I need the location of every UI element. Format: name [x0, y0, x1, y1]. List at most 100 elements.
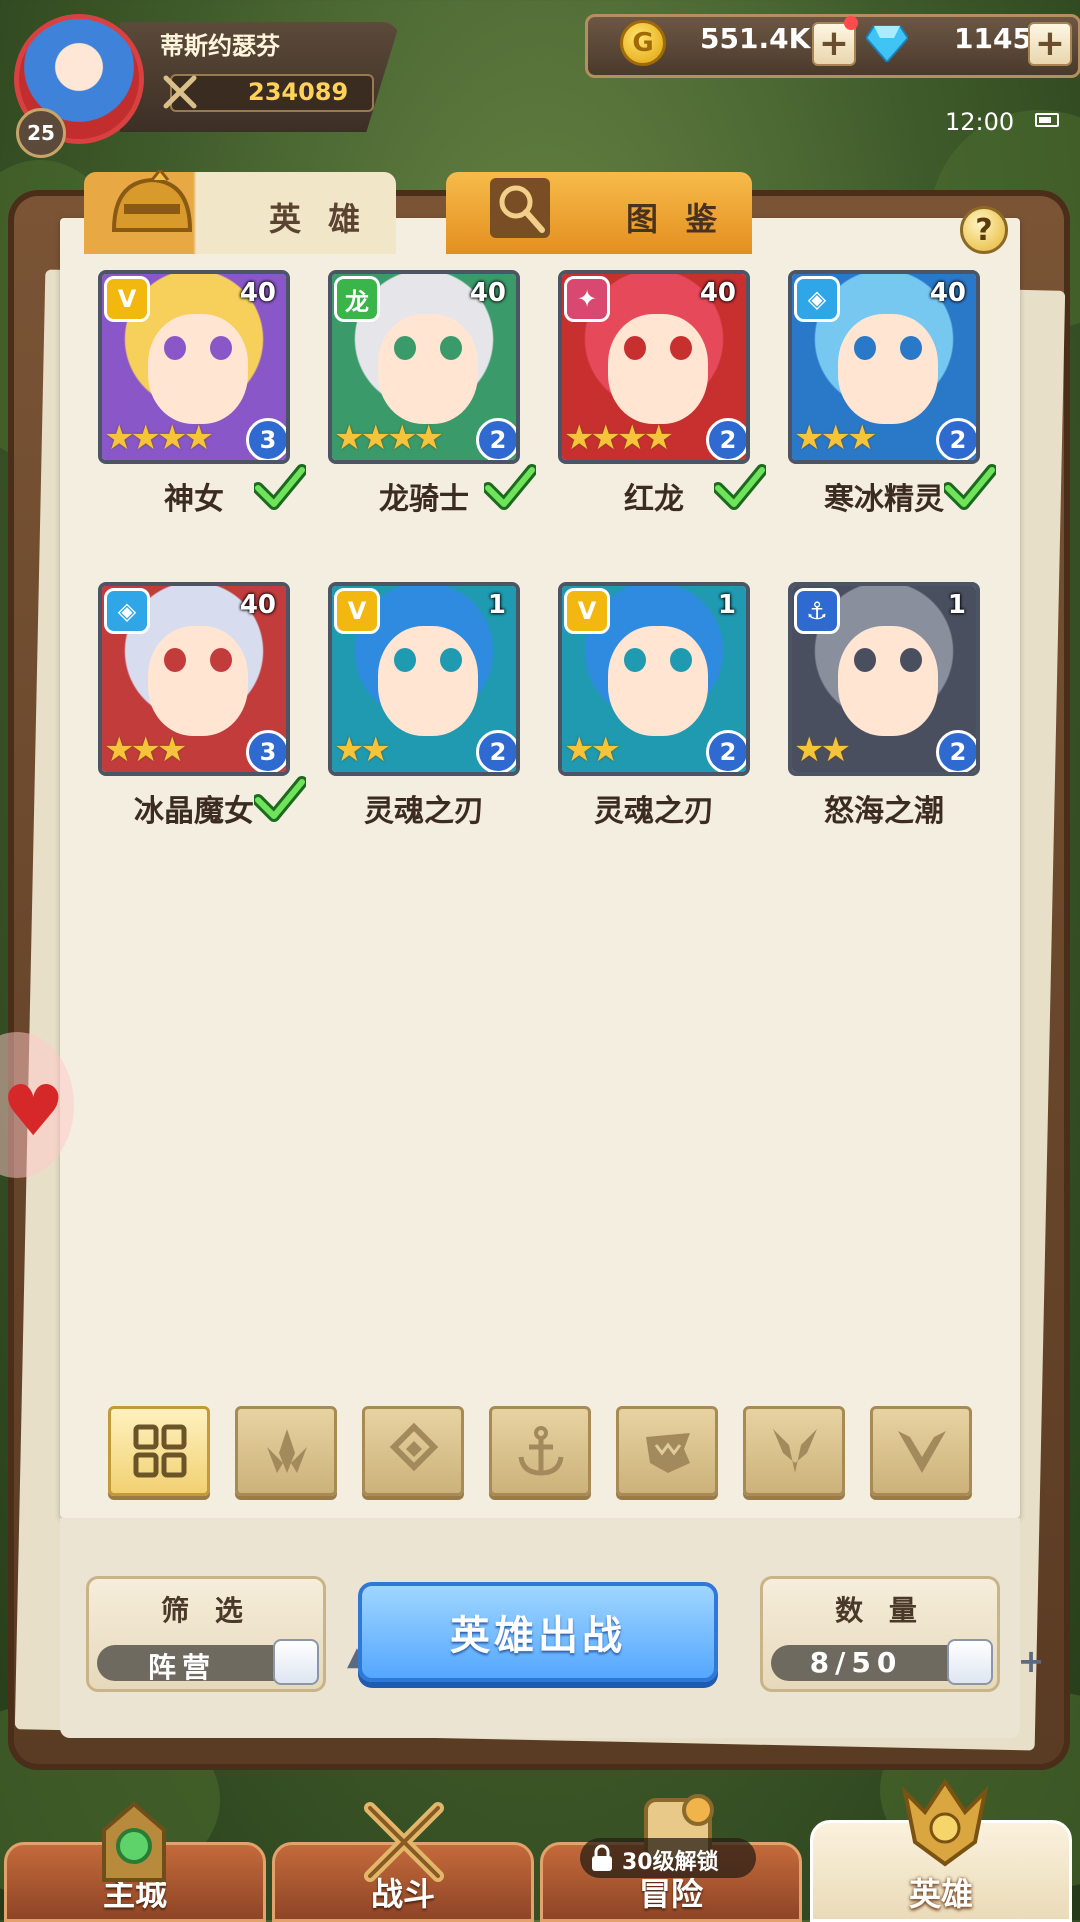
gold-amount: 551.4K [700, 22, 811, 55]
hero-card[interactable]: ⚓ 1 ★★ 2 怒海之潮 [788, 582, 984, 829]
help-icon[interactable]: ? [960, 206, 1008, 254]
hero-name: 灵魂之刃 [594, 794, 714, 829]
hero-name: 冰晶魔女 [134, 794, 254, 829]
hero-card[interactable]: ◈ 40 ★★★ 3 冰晶魔女 [98, 582, 306, 829]
faction-filter-fire[interactable] [235, 1406, 337, 1496]
filter-box: 筛 选 阵营 ▲ [86, 1576, 367, 1692]
dragon-icon [646, 1433, 690, 1473]
hero-portrait-frame: V 40 ★★★★ 3 [98, 270, 290, 464]
hero-card[interactable]: ◈ 40 ★★★ 2 寒冰精灵 [788, 270, 996, 517]
quantity-value: 8/50 [809, 1646, 903, 1679]
gold-coin-icon: G [620, 20, 666, 66]
hero-crest-icon [901, 1778, 989, 1867]
hero-portrait-frame: ◈ 40 ★★★ 3 [98, 582, 290, 776]
hero-card[interactable]: 龙 40 ★★★★ 2 龙骑士 [328, 270, 536, 517]
hero-eye [624, 336, 646, 360]
diamond-icon [389, 1423, 439, 1472]
faction-filter-dragon[interactable] [616, 1406, 718, 1496]
plus-icon: + [1017, 1642, 1051, 1680]
hero-face [608, 314, 708, 424]
gem-amount: 1145 [954, 22, 1032, 55]
hero-name: 红龙 [624, 482, 684, 517]
notification-dot [844, 16, 858, 30]
hero-star-rating: ★★★★ [334, 418, 444, 458]
faction-filter-sea[interactable] [489, 1406, 591, 1496]
hero-portrait-frame: V 1 ★★ 2 [328, 582, 520, 776]
hero-class-icon: ◈ [104, 588, 150, 634]
hero-class-icon: V [104, 276, 150, 322]
tab-heroes-label: 英 雄 [269, 200, 369, 238]
hero-eye [394, 648, 416, 672]
hero-badge: 2 [706, 418, 746, 460]
all-grid-icon [133, 1424, 187, 1478]
hero-eye [440, 336, 462, 360]
hero-face [838, 314, 938, 424]
magnifier-icon [490, 178, 550, 238]
hero-eye [164, 648, 186, 672]
hero-portrait-frame: ⚓ 1 ★★ 2 [788, 582, 980, 776]
hero-badge: 2 [706, 730, 746, 772]
hero-star-rating: ★★★ [794, 418, 877, 458]
hero-name: 灵魂之刃 [364, 794, 484, 829]
crossed-swords-icon [364, 1802, 444, 1882]
hero-portrait-frame: 龙 40 ★★★★ 2 [328, 270, 520, 464]
nav-heroes-label: 英雄 [908, 1875, 973, 1913]
faction-filter-beast[interactable] [743, 1406, 845, 1496]
hero-level: 1 [487, 590, 506, 620]
hero-face [148, 314, 248, 424]
hero-eye [854, 336, 876, 360]
deploy-heroes-button[interactable]: 英雄出战 [358, 1582, 718, 1682]
hero-name: 龙骑士 [379, 482, 469, 517]
hero-badge: 2 [936, 418, 976, 460]
hero-portrait-frame: V 1 ★★ 2 [558, 582, 750, 776]
quantity-box: 数 量 8/50 + [760, 1576, 1044, 1692]
hero-eye [210, 648, 232, 672]
hero-level: 40 [469, 278, 506, 308]
hero-level: 40 [239, 590, 276, 620]
faction-filter-light[interactable] [870, 1406, 972, 1496]
hero-portrait-frame: ✦ 40 ★★★★ 2 [558, 270, 750, 464]
filter-dropdown[interactable]: 阵营 ▲ [97, 1639, 367, 1685]
expand-quantity-button[interactable]: + [947, 1639, 1044, 1685]
quantity-pill: 8/50 + [771, 1639, 1044, 1685]
hero-eye [900, 336, 922, 360]
hero-eye [394, 336, 416, 360]
hero-card[interactable]: V 40 ★★★★ 3 神女 [98, 270, 306, 517]
hero-face [838, 626, 938, 736]
lock-text: 30级解锁 [622, 1850, 719, 1875]
hero-star-rating: ★★★★ [564, 418, 674, 458]
hero-eye [164, 336, 186, 360]
hero-star-rating: ★★★★ [104, 418, 214, 458]
hero-class-icon: ⚓ [794, 588, 840, 634]
hero-card[interactable]: ✦ 40 ★★★★ 2 红龙 [558, 270, 766, 517]
hero-name: 寒冰精灵 [824, 482, 944, 517]
quantity-title: 数 量 [835, 1594, 925, 1627]
adventure-lock-pill: 30级解锁 [580, 1838, 756, 1878]
hero-name: 神女 [164, 482, 224, 517]
hero-card[interactable]: V 1 ★★ 2 灵魂之刃 [328, 582, 524, 829]
hero-class-icon: V [334, 588, 380, 634]
hero-eye [900, 648, 922, 672]
tab-codex-label: 图 鉴 [626, 200, 726, 238]
combat-power-icon [163, 75, 197, 109]
faction-filter-ice[interactable] [362, 1406, 464, 1496]
hero-name: 怒海之潮 [824, 794, 944, 829]
lock-icon [592, 1844, 612, 1871]
hero-level: 1 [947, 590, 966, 620]
diamond-gem-icon [866, 25, 908, 62]
helmet-icon [111, 170, 193, 232]
hero-badge: 2 [936, 730, 976, 772]
faction-filter-all[interactable] [108, 1406, 210, 1496]
hero-star-rating: ★★ [564, 730, 621, 770]
add-gems-button[interactable]: + [1028, 22, 1072, 66]
hero-eye [670, 648, 692, 672]
hero-portrait-frame: ◈ 40 ★★★ 2 [788, 270, 980, 464]
filter-title: 筛 选 [161, 1594, 251, 1627]
filter-value: 阵营 [147, 1651, 216, 1684]
filter-toggle-button[interactable]: ▲ [273, 1639, 367, 1685]
hero-class-icon: ✦ [564, 276, 610, 322]
hero-class-icon: 龙 [334, 276, 380, 322]
hero-star-rating: ★★ [334, 730, 391, 770]
hero-card[interactable]: V 1 ★★ 2 灵魂之刃 [558, 582, 754, 829]
hero-star-rating: ★★ [794, 730, 851, 770]
